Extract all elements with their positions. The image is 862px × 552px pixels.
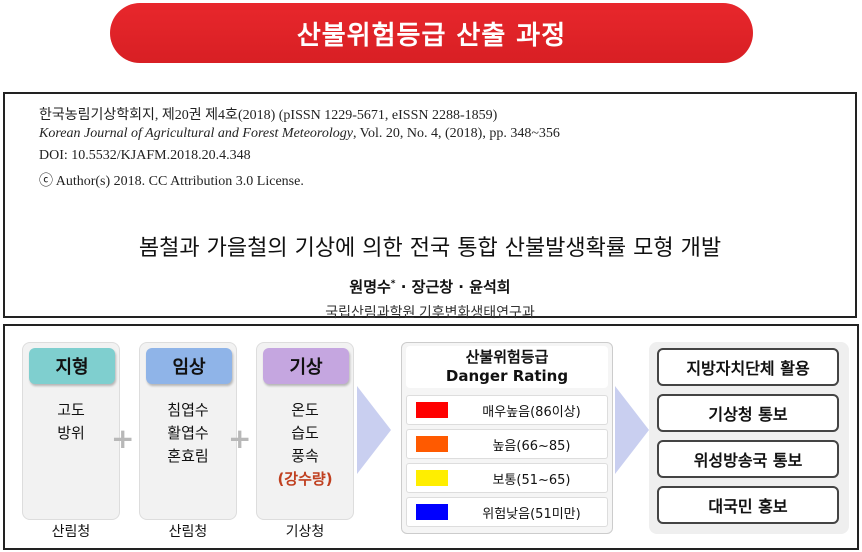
source-label: 산림청 (51, 524, 91, 540)
rating-row: 높음(66~85) (406, 429, 608, 459)
color-swatch (416, 436, 448, 452)
arrow-right-icon (357, 386, 391, 474)
affiliation: 국립산림과학원 기후변화생태연구과 (325, 306, 535, 321)
column-head-forest: 임상 (146, 348, 232, 384)
item-highlight: (강수량) (277, 470, 333, 488)
action-kma-notify: 기상청 통보 (657, 394, 839, 432)
column-items-terrain: 고도 방위 (23, 399, 119, 445)
item: 침엽수 (167, 401, 209, 419)
license: ⓒ Author(s) 2018. CC Attribution 3.0 Lic… (39, 174, 304, 189)
item: 풍속 (291, 447, 319, 465)
page-title: 산불위험등급 산출 과정 (110, 3, 753, 63)
source-label: 기상청 (285, 524, 325, 540)
first-author: 원명수 (349, 278, 391, 296)
rating-title: 산불위험등급 Danger Rating (406, 346, 608, 388)
rating-row: 보통(51~65) (406, 463, 608, 493)
item: 고도 (57, 401, 85, 419)
journal-name: Korean Journal of Agricultural and Fores… (39, 126, 353, 141)
source-label: 산림청 (168, 524, 208, 540)
column-items-weather: 온도 습도 풍속 (강수량) (257, 399, 353, 491)
action-local-government: 지방자치단체 활용 (657, 348, 839, 386)
input-column-terrain: 지형 고도 방위 (22, 342, 120, 520)
item: 혼효림 (167, 447, 209, 465)
column-head-terrain: 지형 (29, 348, 115, 384)
action-public-alert: 대국민 홍보 (657, 486, 839, 524)
input-column-weather: 기상 온도 습도 풍속 (강수량) (256, 342, 354, 520)
rating-label: 매우높음(86이상) (482, 405, 581, 420)
color-swatch (416, 402, 448, 418)
rating-row: 위험낮음(51미만) (406, 497, 608, 527)
journal-info-korean: 한국농림기상학회지, 제20권 제4호(2018) (pISSN 1229-56… (39, 108, 498, 123)
distribution-panel: 지방자치단체 활용 기상청 통보 위성방송국 통보 대국민 홍보 (649, 342, 849, 534)
journal-info-english: Korean Journal of Agricultural and Fores… (39, 126, 560, 142)
rating-title-en: Danger Rating (445, 367, 569, 385)
rating-row: 매우높음(86이상) (406, 395, 608, 425)
column-items-forest: 침엽수 활엽수 혼효림 (140, 399, 236, 468)
rating-label: 보통(51~65) (492, 473, 571, 488)
input-column-forest: 임상 침엽수 활엽수 혼효림 (139, 342, 237, 520)
paper-header: 한국농림기상학회지, 제20권 제4호(2018) (pISSN 1229-56… (3, 92, 857, 321)
rating-label: 높음(66~85) (492, 439, 571, 454)
item: 습도 (291, 424, 319, 442)
color-swatch (416, 470, 448, 486)
journal-volume: , Vol. 20, No. 4, (2018), pp. 348~356 (352, 126, 560, 141)
arrow-right-icon (615, 386, 649, 474)
authors: 원명수* · 장근창 · 윤석희 (5, 276, 855, 297)
item: 활엽수 (167, 424, 209, 442)
process-diagram: 지형 고도 방위 산림청 + 임상 침엽수 활엽수 혼효림 산림청 + 기상 온… (3, 324, 859, 550)
plus-icon: + (111, 422, 135, 455)
color-swatch (416, 504, 448, 520)
action-broadcast-notify: 위성방송국 통보 (657, 440, 839, 478)
item: 방위 (57, 424, 85, 442)
plus-icon: + (228, 422, 252, 455)
rating-title-ko: 산불위험등급 (465, 348, 549, 366)
article-title: 봄철과 가을철의 기상에 의한 전국 통합 산불발생확률 모형 개발 (138, 236, 722, 261)
column-head-weather: 기상 (263, 348, 349, 384)
co-authors: · 장근창 · 윤석희 (395, 278, 511, 296)
doi: DOI: 10.5532/KJAFM.2018.20.4.348 (39, 148, 251, 163)
rating-label: 위험낮음(51미만) (482, 507, 581, 522)
item: 온도 (291, 401, 319, 419)
danger-rating-table: 산불위험등급 Danger Rating 매우높음(86이상) 높음(66~85… (401, 342, 613, 534)
